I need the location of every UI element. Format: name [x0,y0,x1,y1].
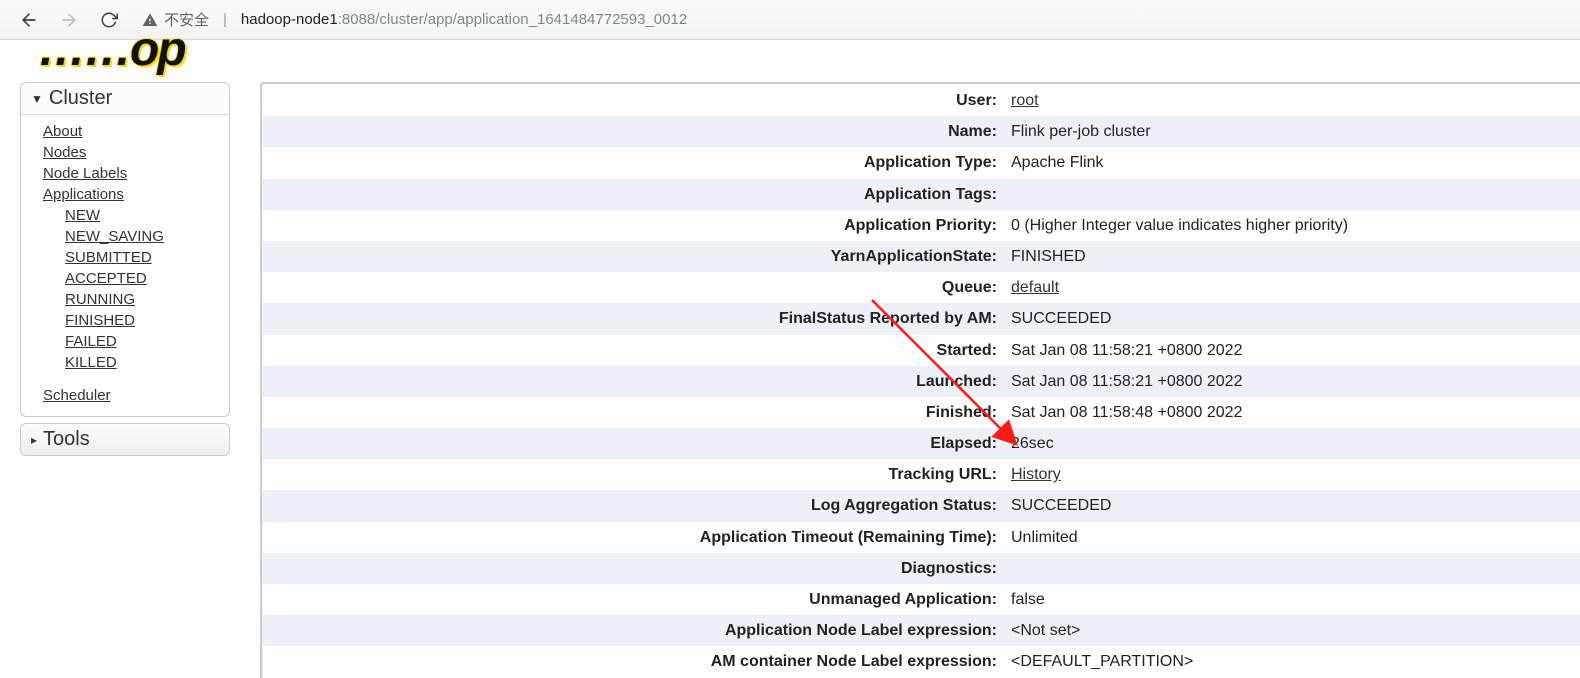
apppri-label: Application Priority: [263,210,1003,241]
url-separator: | [217,11,233,28]
sidebar-link-failed[interactable]: FAILED [65,331,229,352]
row-timeout: Application Timeout (Remaining Time):Unl… [263,522,1580,553]
sidebar-link-scheduler[interactable]: Scheduler [43,385,229,406]
launched-value: Sat Jan 08 11:58:21 +0800 2022 [1003,366,1580,397]
yarnstate-value: FINISHED [1003,241,1580,272]
tools-label: Tools [43,428,90,451]
row-appnodelabel: Application Node Label expression:<Not s… [263,615,1580,646]
row-diagnostics: Diagnostics: [263,553,1580,584]
finalstatus-value: SUCCEEDED [1003,303,1580,334]
sidebar-link-submitted[interactable]: SUBMITTED [65,247,229,268]
unmanaged-value: false [1003,584,1580,615]
row-user: User: root [263,85,1580,116]
started-label: Started: [263,335,1003,366]
finalstatus-label: FinalStatus Reported by AM: [263,303,1003,334]
row-yarnstate: YarnApplicationState:FINISHED [263,241,1580,272]
triangle-down-icon: ▼ [31,92,43,106]
cluster-header[interactable]: ▼ Cluster [21,83,229,114]
tracking-url-link[interactable]: History [1011,466,1061,483]
row-queue: Queue: default [263,272,1580,303]
row-finished: Finished:Sat Jan 08 11:58:48 +0800 2022 [263,397,1580,428]
sidebar-link-nodes[interactable]: Nodes [43,142,229,163]
logagg-value: SUCCEEDED [1003,490,1580,521]
row-apptags: Application Tags: [263,179,1580,210]
apptype-label: Application Type: [263,147,1003,178]
cluster-label: Cluster [49,87,112,110]
row-finalstatus: FinalStatus Reported by AM:SUCCEEDED [263,303,1580,334]
row-elapsed: Elapsed:26sec [263,428,1580,459]
application-details: User: root Name:Flink per-job cluster App… [260,82,1580,678]
user-label: User: [263,85,1003,116]
row-unmanaged: Unmanaged Application:false [263,584,1580,615]
apptags-value [1003,179,1580,210]
sidebar-link-running[interactable]: RUNNING [65,289,229,310]
triangle-right-icon: ▸ [31,433,37,447]
url-path: :8088/cluster/app/application_1641484772… [338,11,687,28]
apptags-label: Application Tags: [263,179,1003,210]
finished-value: Sat Jan 08 11:58:48 +0800 2022 [1003,397,1580,428]
elapsed-label: Elapsed: [263,428,1003,459]
tools-header[interactable]: ▸ Tools [21,424,229,455]
sidebar-link-killed[interactable]: KILLED [65,352,229,373]
name-label: Name: [263,116,1003,147]
unmanaged-label: Unmanaged Application: [263,584,1003,615]
sidebar-link-about[interactable]: About [43,121,229,142]
row-launched: Launched:Sat Jan 08 11:58:21 +0800 2022 [263,366,1580,397]
sidebar-link-accepted[interactable]: ACCEPTED [65,268,229,289]
sidebar-link-finished[interactable]: FINISHED [65,310,229,331]
appnodelabel-value: <Not set> [1003,615,1580,646]
browser-toolbar: 不安全 | hadoop-node1:8088/cluster/app/appl… [0,0,1580,40]
cluster-accordion: ▼ Cluster About Nodes Node Labels Applic… [20,82,230,417]
url-host: hadoop-node1 [241,11,338,28]
hadoop-logo-fragment: ……op [38,40,185,60]
details-table: User: root Name:Flink per-job cluster App… [263,85,1580,678]
timeout-label: Application Timeout (Remaining Time): [263,522,1003,553]
name-value: Flink per-job cluster [1003,116,1580,147]
amnodelabel-label: AM container Node Label expression: [263,646,1003,677]
row-apptype: Application Type:Apache Flink [263,147,1580,178]
appnodelabel-label: Application Node Label expression: [263,615,1003,646]
tracking-label: Tracking URL: [263,459,1003,490]
yarnstate-label: YarnApplicationState: [263,241,1003,272]
sidebar-link-new[interactable]: NEW [65,205,229,226]
elapsed-value: 26sec [1003,428,1580,459]
launched-label: Launched: [263,366,1003,397]
row-tracking: Tracking URL: History [263,459,1580,490]
started-value: Sat Jan 08 11:58:21 +0800 2022 [1003,335,1580,366]
sidebar-link-node-labels[interactable]: Node Labels [43,163,229,184]
row-amnodelabel: AM container Node Label expression:<DEFA… [263,646,1580,677]
logagg-label: Log Aggregation Status: [263,490,1003,521]
diag-label: Diagnostics: [263,553,1003,584]
sidebar-link-applications[interactable]: Applications [43,184,229,205]
user-value[interactable]: root [1011,92,1039,109]
timeout-value: Unlimited [1003,522,1580,553]
apppri-value: 0 (Higher Integer value indicates higher… [1003,210,1580,241]
queue-label: Queue: [263,272,1003,303]
row-apppriority: Application Priority:0 (Higher Integer v… [263,210,1580,241]
sidebar-link-new-saving[interactable]: NEW_SAVING [65,226,229,247]
apptype-value: Apache Flink [1003,147,1580,178]
sidebar: ▼ Cluster About Nodes Node Labels Applic… [20,82,230,462]
row-name: Name:Flink per-job cluster [263,116,1580,147]
row-logagg: Log Aggregation Status:SUCCEEDED [263,490,1580,521]
address-bar[interactable]: 不安全 | hadoop-node1:8088/cluster/app/appl… [132,9,1568,30]
finished-label: Finished: [263,397,1003,428]
row-started: Started:Sat Jan 08 11:58:21 +0800 2022 [263,335,1580,366]
tools-accordion: ▸ Tools [20,423,230,456]
diag-value [1003,553,1580,584]
queue-value[interactable]: default [1011,279,1059,296]
amnodelabel-value: <DEFAULT_PARTITION> [1003,646,1580,677]
